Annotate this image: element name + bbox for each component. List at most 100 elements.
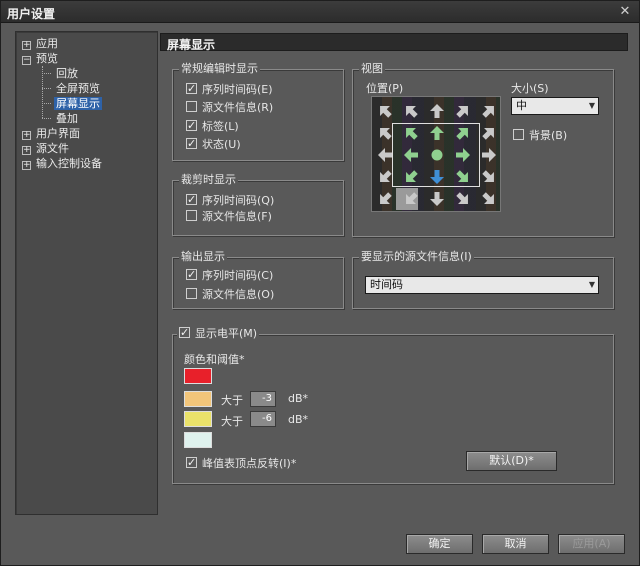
tree-item-label: 屏幕显示 <box>54 97 102 110</box>
direction-arrow-icon <box>430 126 444 140</box>
position-cell-middle-right[interactable] <box>450 144 476 166</box>
tree-item-label: 全屏预览 <box>56 82 100 95</box>
position-cell-upper-far-right[interactable] <box>476 122 500 144</box>
level-color-swatch-4[interactable] <box>184 432 212 448</box>
tree-connector <box>42 118 51 119</box>
direction-arrow-icon <box>430 192 444 206</box>
tree-connector <box>42 103 51 104</box>
position-cell-top-far-right[interactable] <box>476 100 500 122</box>
threshold1-input[interactable]: -3 <box>250 391 276 407</box>
checkbox-icon[interactable] <box>186 455 197 471</box>
tree-item-playback[interactable]: 回放 <box>56 66 78 81</box>
source-info-dropdown[interactable]: 时间码 ▼ <box>365 276 599 294</box>
background-checkbox[interactable]: 背景(B) <box>513 128 567 144</box>
position-cell-upper-right[interactable] <box>450 122 476 144</box>
position-cell-bottom-left[interactable] <box>398 188 424 210</box>
checkbox-icon[interactable] <box>186 101 197 112</box>
expand-icon[interactable]: + <box>22 131 31 140</box>
tree-item-overlay[interactable]: 叠加 <box>56 111 78 126</box>
collapse-icon[interactable]: − <box>22 56 31 65</box>
group-title: 要显示的源文件信息(I) <box>359 250 474 264</box>
trim-sequence-timecode-checkbox[interactable]: 序列时间码(Q) <box>186 192 274 209</box>
position-cell-top-center[interactable] <box>424 100 450 122</box>
position-cell-top-right[interactable] <box>450 100 476 122</box>
position-cell-bottom-right[interactable] <box>450 188 476 210</box>
position-cell-middle-far-left[interactable] <box>372 144 398 166</box>
direction-arrow-icon <box>482 106 494 118</box>
position-cell-upper-far-left[interactable] <box>372 122 398 144</box>
tree-item-preview[interactable]: − 预览 <box>22 51 58 66</box>
edit-display-group: 常规编辑时显示 序列时间码(E) 源文件信息(R) 标签(L) 状态(U) <box>172 62 344 161</box>
edit-status-checkbox[interactable]: 状态(U) <box>186 136 241 153</box>
position-cell-lower-center[interactable] <box>424 166 450 188</box>
checkbox-icon[interactable] <box>186 267 197 283</box>
size-dropdown-value: 中 <box>516 99 527 112</box>
level-color-swatch-3[interactable] <box>184 411 212 427</box>
tree-connector <box>42 73 51 74</box>
checkbox-label: 标签(L) <box>202 120 239 133</box>
position-cell-lower-far-right[interactable] <box>476 166 500 188</box>
settings-tree[interactable]: + 应用 − 预览 回放 全屏预览 屏幕显示 叠加 + 用户界面 + 源文件 + 输入控制… <box>15 31 158 515</box>
expand-icon[interactable]: + <box>22 161 31 170</box>
level-color-swatch-1[interactable] <box>184 368 212 384</box>
checkbox-icon[interactable] <box>186 118 197 134</box>
position-grid[interactable] <box>371 96 501 212</box>
position-cell-middle-far-right[interactable] <box>476 144 500 166</box>
checkbox-label: 源文件信息(R) <box>202 101 274 114</box>
tree-item-fullscreen-preview[interactable]: 全屏预览 <box>56 81 100 96</box>
position-cell-upper-center[interactable] <box>424 122 450 144</box>
position-cell-upper-left[interactable] <box>398 122 424 144</box>
user-settings-window: 用户设置 ✕ + 应用 − 预览 回放 全屏预览 屏幕显示 叠加 + 用户界面 + <box>0 0 640 566</box>
checkbox-icon[interactable] <box>186 288 197 299</box>
output-source-info-checkbox[interactable]: 源文件信息(O) <box>186 287 274 303</box>
expand-icon[interactable]: + <box>22 146 31 155</box>
tree-item-user-interface[interactable]: + 用户界面 <box>22 126 80 141</box>
position-cell-lower-left[interactable] <box>398 166 424 188</box>
checkbox-icon[interactable] <box>186 81 197 97</box>
direction-arrow-icon <box>406 106 418 118</box>
cancel-button[interactable]: 取消 <box>482 534 549 554</box>
direction-arrow-icon <box>404 148 418 162</box>
checkbox-icon[interactable] <box>179 325 190 341</box>
tree-item-source-file[interactable]: + 源文件 <box>22 141 69 156</box>
position-cell-bottom-center[interactable] <box>424 188 450 210</box>
tree-item-apply[interactable]: + 应用 <box>22 36 58 51</box>
edit-source-info-checkbox[interactable]: 源文件信息(R) <box>186 100 273 116</box>
checkbox-icon[interactable] <box>513 129 524 140</box>
apply-button[interactable]: 应用(A) <box>558 534 625 554</box>
group-title: 常规编辑时显示 <box>179 62 260 76</box>
tree-item-input-controller[interactable]: + 输入控制设备 <box>22 156 102 171</box>
expand-icon[interactable]: + <box>22 41 31 50</box>
close-icon[interactable]: ✕ <box>617 4 633 20</box>
checkbox-icon[interactable] <box>186 136 197 152</box>
position-cell-bottom-far-right[interactable] <box>476 188 500 210</box>
position-cell-lower-right[interactable] <box>450 166 476 188</box>
threshold2-input[interactable]: -6 <box>250 411 276 427</box>
default-button[interactable]: 默认(D)* <box>466 451 557 471</box>
position-cell-middle-center[interactable] <box>424 144 450 166</box>
peak-invert-checkbox[interactable]: 峰值表顶点反转(I)* <box>186 455 297 472</box>
tree-item-onscreen-display[interactable]: 屏幕显示 <box>54 96 102 111</box>
checkbox-icon[interactable] <box>186 192 197 208</box>
position-cell-bottom-far-left[interactable] <box>372 188 398 210</box>
size-label: 大小(S) <box>511 82 549 95</box>
position-cell-top-far-left[interactable] <box>372 100 398 122</box>
edit-label-checkbox[interactable]: 标签(L) <box>186 118 239 135</box>
checkbox-icon[interactable] <box>186 210 197 221</box>
edit-sequence-timecode-checkbox[interactable]: 序列时间码(E) <box>186 81 273 98</box>
checkbox-label: 峰值表顶点反转(I)* <box>202 457 297 470</box>
position-cell-top-left[interactable] <box>398 100 424 122</box>
color-threshold-label: 颜色和阈值* <box>184 353 245 366</box>
ok-button[interactable]: 确定 <box>406 534 473 554</box>
position-cell-lower-far-left[interactable] <box>372 166 398 188</box>
direction-arrow-icon <box>406 128 418 140</box>
size-dropdown[interactable]: 中 ▼ <box>511 97 599 115</box>
trim-source-info-checkbox[interactable]: 源文件信息(F) <box>186 209 272 225</box>
output-sequence-timecode-checkbox[interactable]: 序列时间码(C) <box>186 267 273 284</box>
level-color-swatch-2[interactable] <box>184 391 212 407</box>
direction-arrow-icon <box>430 104 444 118</box>
position-cell-middle-left[interactable] <box>398 144 424 166</box>
threshold1-unit: dB* <box>288 392 309 405</box>
level-display-checkbox[interactable]: 显示电平(M) <box>177 325 260 342</box>
direction-arrow-icon <box>380 192 392 204</box>
